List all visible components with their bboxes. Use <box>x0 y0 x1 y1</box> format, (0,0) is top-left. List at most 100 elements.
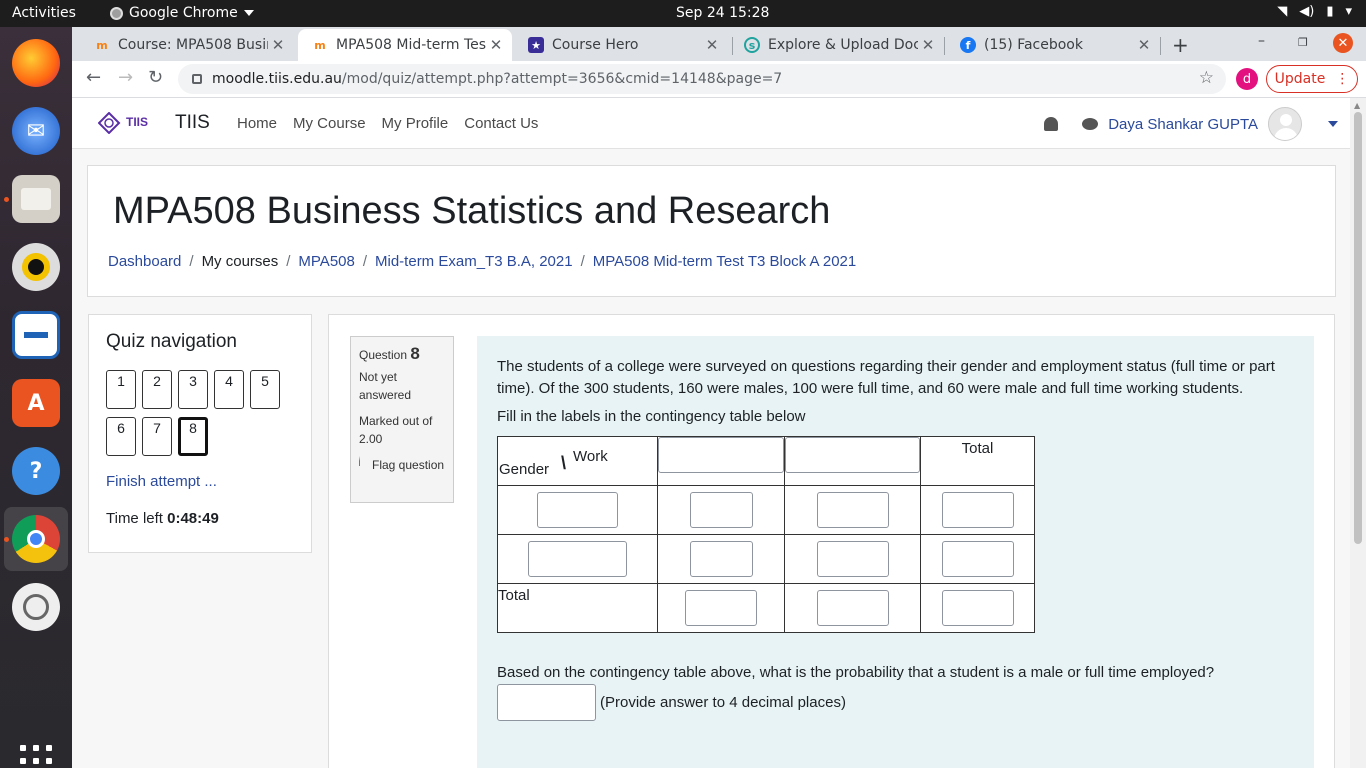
quiz-nav-question-6[interactable]: 6 <box>106 417 136 456</box>
close-icon[interactable]: ✕ <box>702 36 722 54</box>
corner-gender-label: Gender <box>499 461 550 478</box>
forward-button[interactable]: → <box>118 67 133 88</box>
chrome-dock-icon[interactable] <box>12 515 60 563</box>
followup-question: Based on the contingency table above, wh… <box>497 664 1215 681</box>
keys-icon[interactable] <box>12 583 60 631</box>
breadcrumb: Dashboard / My courses / MPA508 / Mid-te… <box>108 253 856 270</box>
cell-input-r2c2[interactable] <box>817 541 889 577</box>
corner-work-label: Work <box>573 448 608 465</box>
cell-input-grand-total[interactable] <box>942 590 1014 626</box>
activities-button[interactable]: Activities <box>12 5 76 21</box>
minimize-button[interactable]: – <box>1258 33 1265 49</box>
breadcrumb-dashboard[interactable]: Dashboard <box>108 253 181 270</box>
rhythmbox-icon[interactable] <box>12 243 60 291</box>
reload-button[interactable]: ↻ <box>148 67 163 88</box>
app-menu[interactable]: Google Chrome <box>110 5 254 21</box>
show-apps-icon[interactable] <box>20 745 52 768</box>
avatar[interactable] <box>1268 107 1302 141</box>
flag-question-button[interactable]: Flag question <box>359 456 445 474</box>
tab-studocu[interactable]: s Explore & Upload Doc ✕ <box>730 29 944 61</box>
answer-hint: (Provide answer to 4 decimal places) <box>600 694 846 711</box>
update-button[interactable]: Update ⋮ <box>1266 65 1358 93</box>
messages-icon[interactable] <box>1082 118 1099 130</box>
close-icon[interactable]: ✕ <box>918 36 938 54</box>
system-top-bar: Activities Google Chrome Sep 24 15:28 ◥ … <box>0 0 1366 27</box>
files-icon[interactable] <box>12 175 60 223</box>
address-bar[interactable]: moodle.tiis.edu.au/mod/quiz/attempt.php?… <box>178 64 1226 94</box>
quiz-nav-question-3[interactable]: 3 <box>178 370 208 409</box>
nav-my-course[interactable]: My Course <box>293 115 366 132</box>
user-name[interactable]: Daya Shankar GUPTA <box>1108 116 1258 133</box>
cell-input-r1c1[interactable] <box>690 492 753 528</box>
bell-icon[interactable] <box>1044 117 1059 131</box>
cell-input-total-c1[interactable] <box>685 590 757 626</box>
chevron-down-icon[interactable] <box>1328 121 1338 127</box>
quiz-nav-question-7[interactable]: 7 <box>142 417 172 456</box>
breadcrumb-course[interactable]: MPA508 <box>298 253 354 270</box>
table-cell <box>657 436 785 486</box>
page-scrollbar[interactable]: ▲ <box>1350 98 1366 768</box>
more-vert-icon: ⋮ <box>1335 71 1350 87</box>
tab-course[interactable]: m Course: MPA508 Busin ✕ <box>80 29 294 61</box>
site-name[interactable]: TIIS <box>175 112 210 134</box>
scrollbar-thumb[interactable] <box>1354 112 1362 544</box>
breadcrumb-quiz[interactable]: MPA508 Mid-term Test T3 Block A 2021 <box>593 253 856 270</box>
quiz-nav-question-1[interactable]: 1 <box>106 370 136 409</box>
bookmark-star-icon[interactable]: ☆ <box>1199 68 1214 88</box>
system-tray[interactable]: ◥ ◀) ▮ ▾ <box>1277 4 1352 19</box>
close-icon[interactable]: ✕ <box>486 36 506 54</box>
writer-icon[interactable] <box>12 311 60 359</box>
table-header-total: Total <box>920 436 1035 486</box>
quiz-nav-question-8[interactable]: 8 <box>178 417 208 456</box>
table-cell <box>657 485 785 535</box>
cell-input-r1c2[interactable] <box>817 492 889 528</box>
cell-input-r2-total[interactable] <box>942 541 1014 577</box>
help-icon[interactable]: ? <box>12 447 60 495</box>
window-close-button[interactable]: ✕ <box>1333 33 1353 53</box>
row-label-input-1[interactable] <box>537 492 618 528</box>
table-row <box>497 534 1035 584</box>
tab-midterm[interactable]: m MPA508 Mid-term Test ✕ <box>298 29 512 61</box>
cell-input-r2c1[interactable] <box>690 541 753 577</box>
question-region: Question 8 Not yet answered Marked out o… <box>328 314 1335 768</box>
chevron-down-icon: ▾ <box>1345 4 1352 19</box>
page-title: MPA508 Business Statistics and Research <box>113 190 831 232</box>
nav-home[interactable]: Home <box>237 115 277 132</box>
row-label-input-2[interactable] <box>528 541 627 577</box>
maximize-button[interactable]: ❐ <box>1298 36 1308 49</box>
nav-contact-us[interactable]: Contact Us <box>464 115 538 132</box>
scroll-up-icon[interactable]: ▲ <box>1354 101 1360 110</box>
breadcrumb-section[interactable]: Mid-term Exam_T3 B.A, 2021 <box>375 253 573 270</box>
table-cell <box>920 583 1035 633</box>
url-path: /mod/quiz/attempt.php?attempt=3656&cmid=… <box>341 71 783 87</box>
volume-icon: ◀) <box>1299 4 1315 19</box>
column-label-input-2[interactable] <box>785 437 920 473</box>
software-icon[interactable]: A <box>12 379 60 427</box>
firefox-icon[interactable] <box>12 39 60 87</box>
clock[interactable]: Sep 24 15:28 <box>676 5 769 21</box>
tab-facebook[interactable]: f (15) Facebook ✕ <box>946 29 1160 61</box>
question-number: Question 8 <box>359 345 445 364</box>
tab-label: Explore & Upload Doc <box>768 37 918 53</box>
tiis-logo-icon[interactable]: TIIS <box>98 112 154 134</box>
back-button[interactable]: ← <box>86 67 101 88</box>
cell-input-r1-total[interactable] <box>942 492 1014 528</box>
table-row: Total <box>497 583 1035 633</box>
close-icon[interactable]: ✕ <box>1134 36 1154 54</box>
quiz-nav-question-2[interactable]: 2 <box>142 370 172 409</box>
tab-strip: m Course: MPA508 Busin ✕ m MPA508 Mid-te… <box>72 27 1366 61</box>
nav-my-profile[interactable]: My Profile <box>382 115 449 132</box>
cell-input-total-c2[interactable] <box>817 590 889 626</box>
finish-attempt-link[interactable]: Finish attempt ... <box>106 473 217 490</box>
new-tab-button[interactable]: + <box>1172 33 1189 57</box>
quiz-nav-question-5[interactable]: 5 <box>250 370 280 409</box>
breadcrumb-my-courses: My courses <box>201 253 279 270</box>
column-label-input-1[interactable] <box>658 437 784 473</box>
breadcrumb-separator: / <box>580 253 585 270</box>
close-icon[interactable]: ✕ <box>268 36 288 54</box>
quiz-nav-question-4[interactable]: 4 <box>214 370 244 409</box>
profile-avatar[interactable]: d <box>1236 68 1258 90</box>
probability-answer-input[interactable] <box>497 684 596 721</box>
thunderbird-icon[interactable]: ✉ <box>12 107 60 155</box>
tab-coursehero[interactable]: ★ Course Hero ✕ <box>514 29 728 61</box>
